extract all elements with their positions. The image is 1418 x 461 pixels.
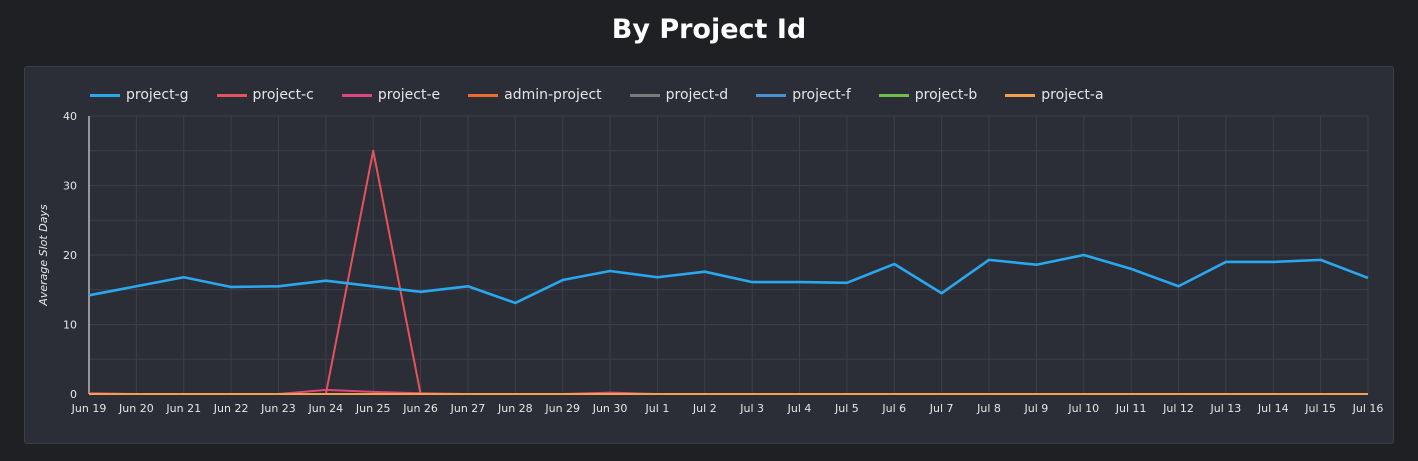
line-chart: Jun 19 Jun 20 Jun 21 Jun 22 Jun 23 Jun 24 Jun …	[37, 110, 1384, 415]
y-tick-label: 30	[63, 180, 77, 193]
x-tick-label: Jul 4	[787, 402, 812, 415]
y-axis-label: Average Slot Days	[37, 204, 50, 307]
x-tick-label: Jul 3	[739, 402, 764, 415]
x-tick-label: Jun 26	[402, 402, 438, 415]
x-tick-label: Jul 2	[692, 402, 717, 415]
x-tick-label: Jul 1	[645, 402, 670, 415]
x-tick-label: Jun 23	[260, 402, 296, 415]
y-tick-label: 40	[63, 110, 77, 123]
x-tick-label: Jun 19	[71, 402, 107, 415]
x-tick-label: Jun 22	[213, 402, 249, 415]
x-tick-label: Jul 6	[881, 402, 906, 415]
x-tick-label: Jul 13	[1210, 402, 1242, 415]
x-tick-label: Jun 20	[118, 402, 154, 415]
x-tick-label: Jun 30	[592, 402, 628, 415]
series-line-project-g	[88, 253, 1369, 305]
x-tick-label: Jul 10	[1067, 402, 1099, 415]
x-tick-label: Jul 8	[976, 402, 1001, 415]
x-tick-label: Jun 21	[165, 402, 201, 415]
x-tick-label: Jun 27	[450, 402, 486, 415]
x-tick-label: Jul 15	[1304, 402, 1336, 415]
y-tick-label: 0	[70, 388, 77, 401]
x-tick-label: Jul 14	[1257, 402, 1289, 415]
x-tick-label: Jun 25	[355, 402, 391, 415]
x-tick-label: Jun 29	[544, 402, 580, 415]
x-tick-label: Jul 16	[1352, 402, 1384, 415]
series-line-project-c	[89, 149, 1368, 395]
x-tick-label: Jul 11	[1115, 402, 1147, 415]
x-tick-label: Jul 7	[929, 402, 954, 415]
x-tick-label: Jul 9	[1024, 402, 1049, 415]
x-tick-label: Jun 28	[497, 402, 533, 415]
y-tick-label: 20	[63, 249, 77, 262]
x-tick-label: Jul 5	[834, 402, 859, 415]
x-tick-label: Jun 24	[308, 402, 344, 415]
x-tick-label: Jul 12	[1162, 402, 1194, 415]
y-tick-label: 10	[63, 319, 77, 332]
